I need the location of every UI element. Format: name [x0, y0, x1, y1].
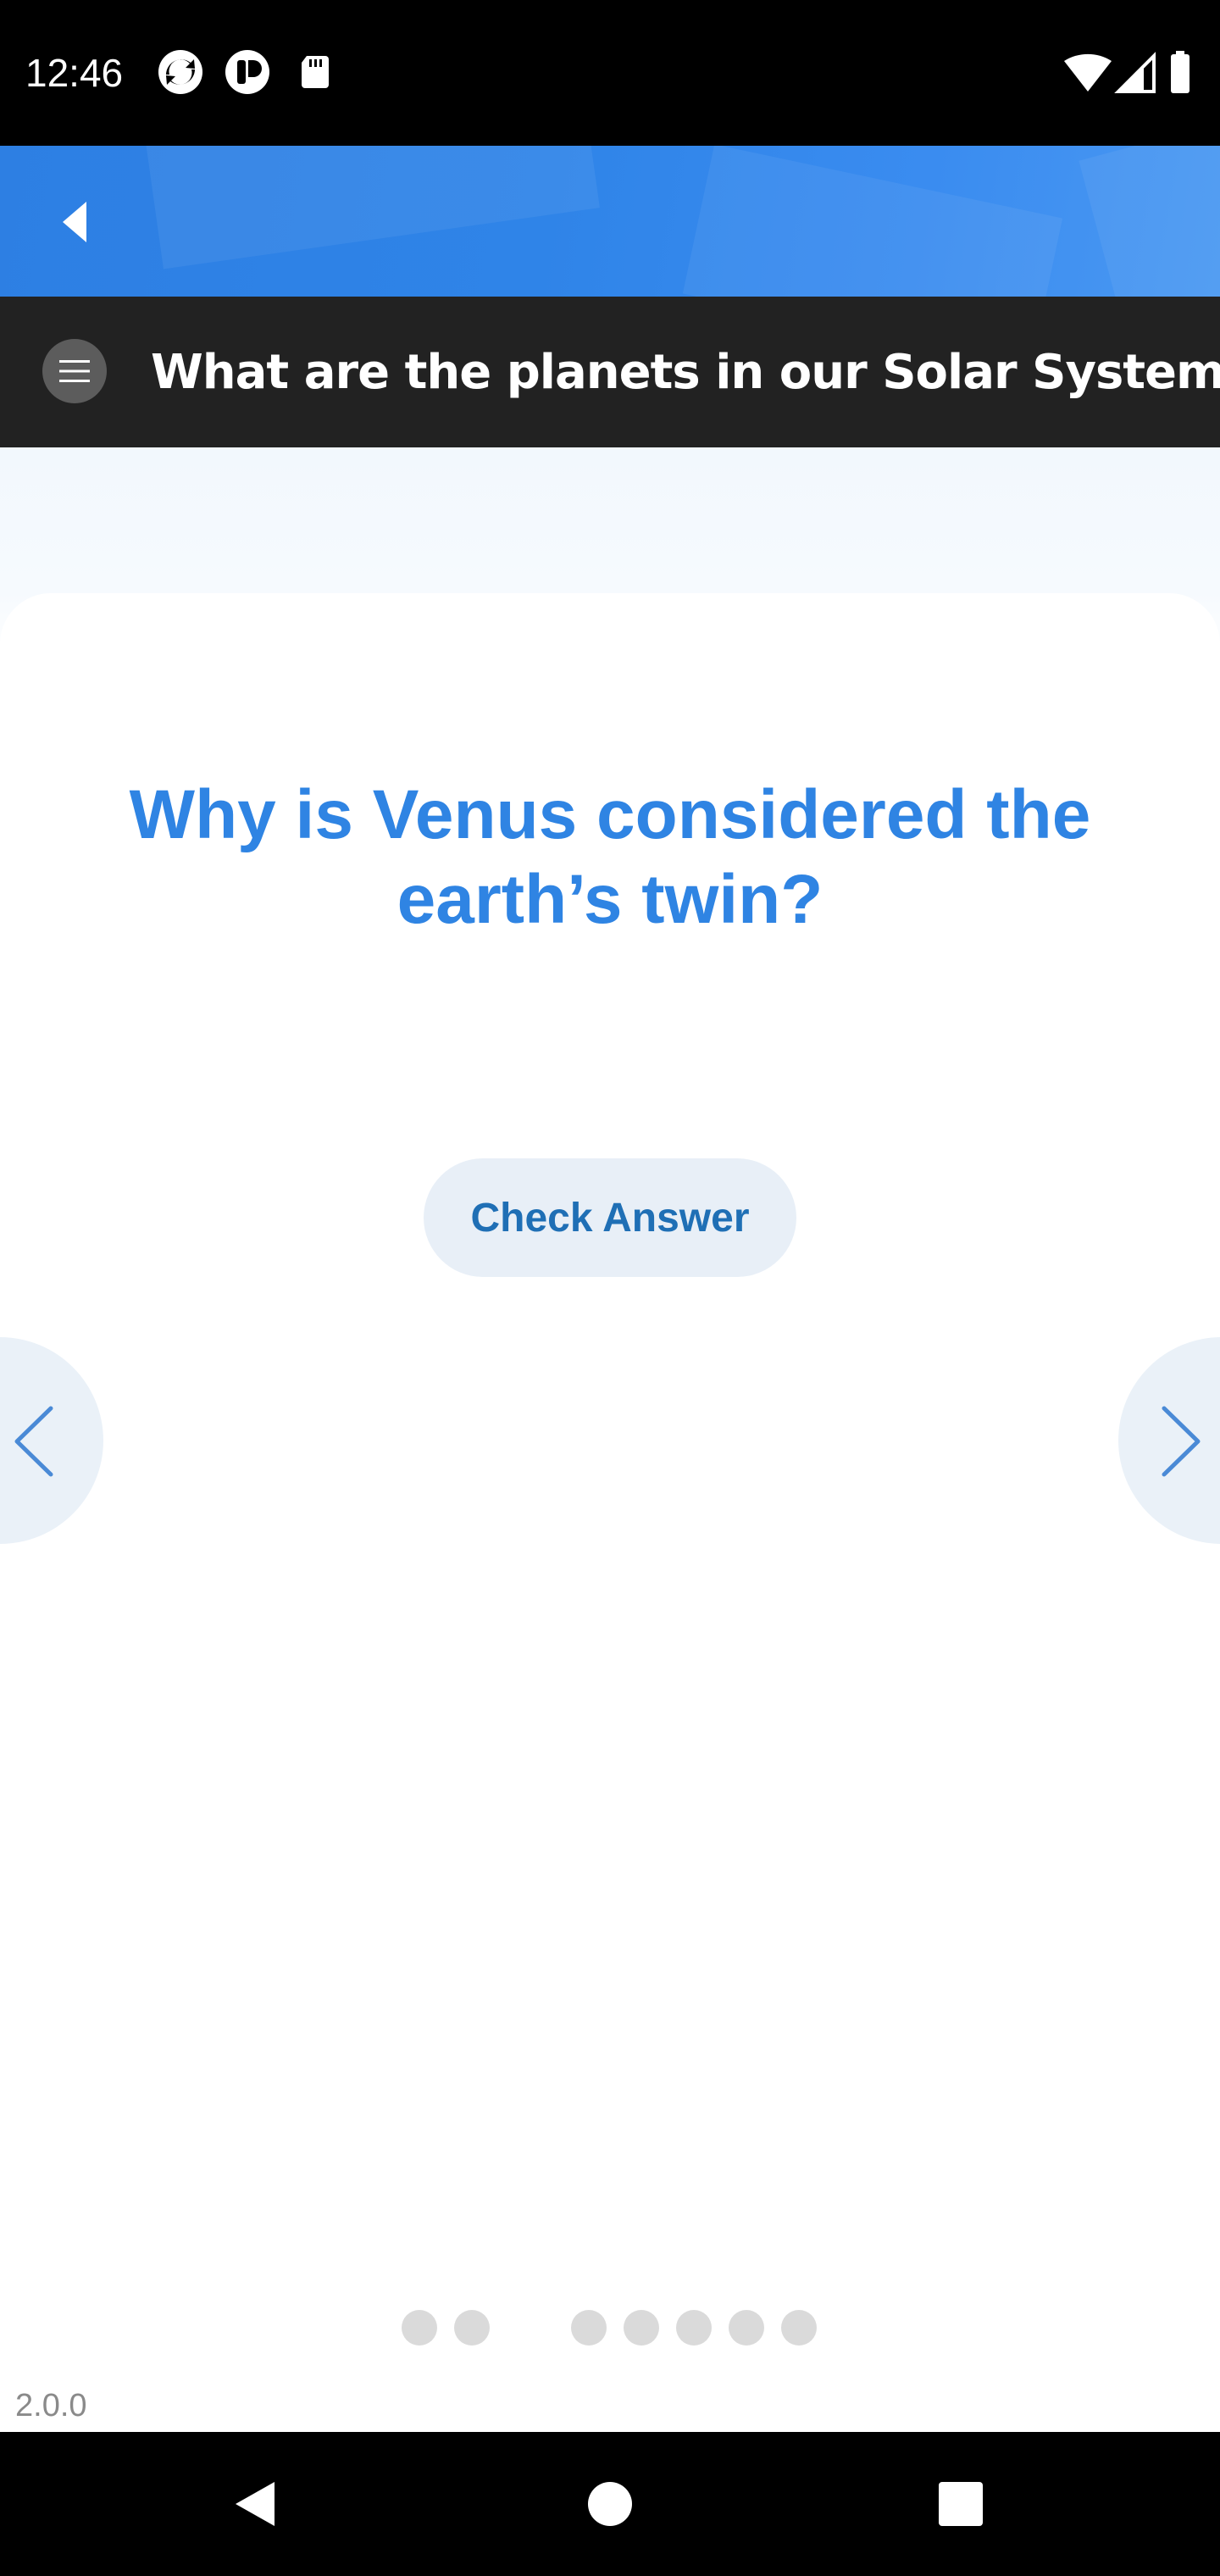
cell-signal-icon [1114, 52, 1156, 93]
system-back-icon [236, 2482, 274, 2526]
menu-button[interactable] [42, 339, 107, 403]
pocket-app-icon [225, 50, 269, 94]
sd-card-icon [302, 56, 329, 88]
wifi-icon [1064, 53, 1112, 92]
page-dot[interactable] [402, 2310, 437, 2346]
status-right-icons [1064, 51, 1190, 93]
version-label: 2.0.0 [15, 2388, 87, 2423]
back-button[interactable] [49, 197, 100, 247]
check-answer-button[interactable]: Check Answer [424, 1158, 796, 1277]
chevron-right-icon [1162, 1406, 1201, 1477]
system-home-button[interactable] [572, 2466, 648, 2542]
sync-app-icon [158, 50, 202, 94]
system-recents-icon [939, 2482, 983, 2526]
question-text: Why is Venus considered the earth’s twin… [129, 776, 1091, 938]
system-recents-button[interactable] [923, 2466, 999, 2542]
page-dot[interactable] [571, 2310, 607, 2346]
system-navigation-bar [0, 2432, 1220, 2576]
system-home-icon [588, 2482, 632, 2526]
status-time: 12:46 [25, 51, 124, 95]
hamburger-menu-icon [59, 360, 90, 382]
page-dot[interactable] [454, 2310, 490, 2346]
chevron-left-icon [14, 1406, 53, 1477]
page-dot[interactable] [676, 2310, 712, 2346]
page-dot[interactable] [624, 2310, 659, 2346]
topic-bar: What are the planets in our Solar System… [0, 297, 1220, 447]
battery-icon [1171, 51, 1190, 93]
page-dot[interactable] [729, 2310, 764, 2346]
app-screen: 12:46 What are the planets in our Solar … [0, 0, 1220, 2576]
status-bar: 12:46 [0, 0, 1220, 146]
back-arrow-icon [63, 202, 86, 242]
system-back-button[interactable] [216, 2466, 292, 2542]
app-header [0, 146, 1220, 297]
page-dot[interactable] [781, 2310, 817, 2346]
topic-title: What are the planets in our Solar System… [151, 345, 1220, 400]
